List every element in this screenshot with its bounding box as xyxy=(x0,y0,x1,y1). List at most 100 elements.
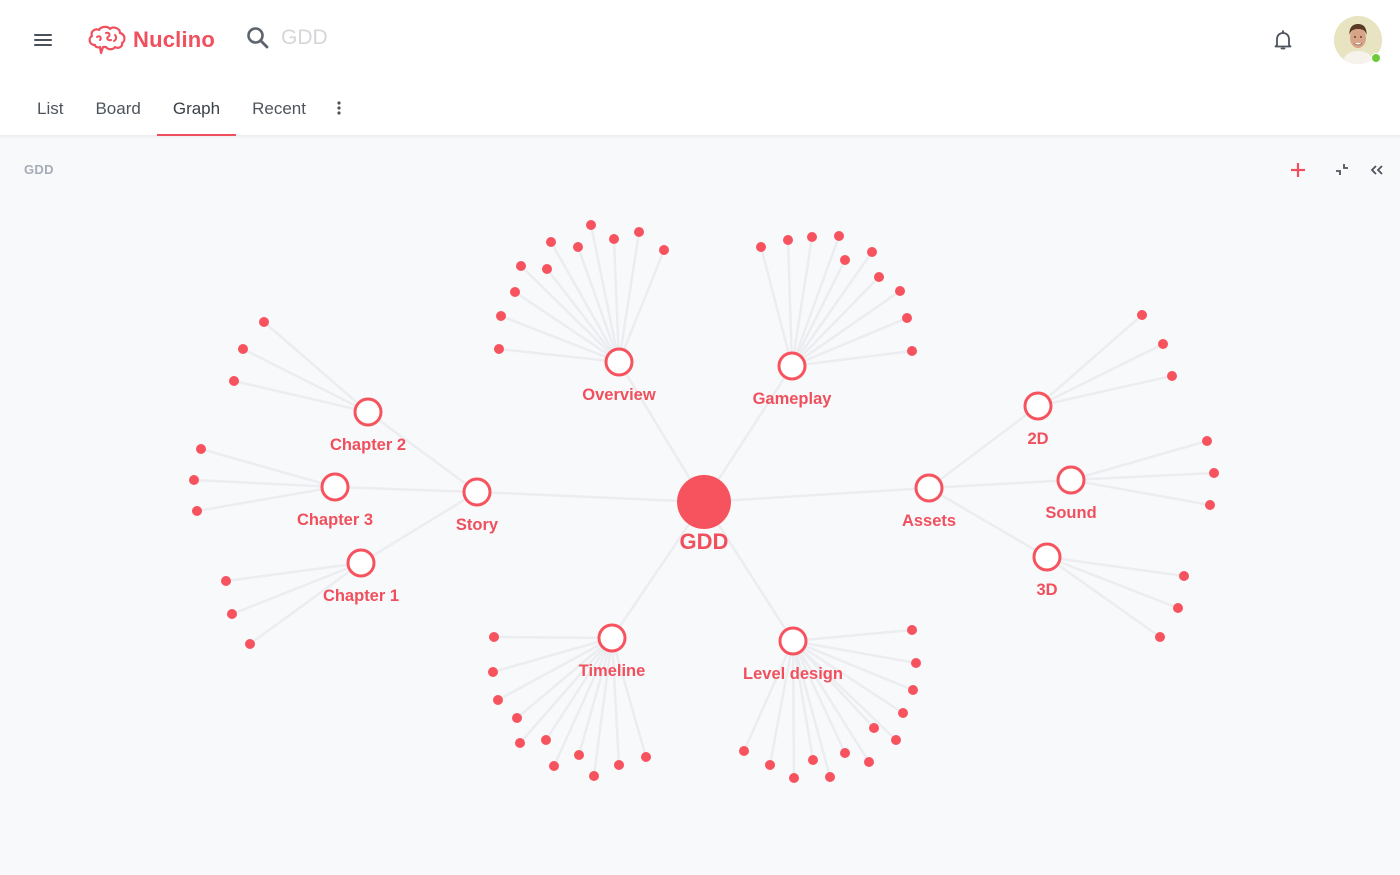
graph-leaf-node[interactable] xyxy=(245,639,255,649)
graph-leaf-node[interactable] xyxy=(807,232,817,242)
graph-node-label[interactable]: Chapter 1 xyxy=(323,587,399,605)
graph-leaf-node[interactable] xyxy=(808,755,818,765)
graph-node-label[interactable]: Assets xyxy=(902,512,956,530)
graph-leaf-node[interactable] xyxy=(573,242,583,252)
graph-leaf-node[interactable] xyxy=(1158,339,1168,349)
tab-graph[interactable]: Graph xyxy=(156,84,237,136)
graph-leaf-node[interactable] xyxy=(659,245,669,255)
graph-node-label[interactable]: Story xyxy=(456,516,499,534)
graph-leaf-node[interactable] xyxy=(1167,371,1177,381)
graph-node-story[interactable] xyxy=(462,477,492,507)
graph-leaf-node[interactable] xyxy=(1173,603,1183,613)
graph-leaf-node[interactable] xyxy=(891,735,901,745)
graph-node-gameplay[interactable] xyxy=(777,351,807,381)
breadcrumb[interactable]: GDD xyxy=(24,162,54,177)
graph-leaf-node[interactable] xyxy=(229,376,239,386)
graph-leaf-node[interactable] xyxy=(609,234,619,244)
graph-leaf-node[interactable] xyxy=(541,735,551,745)
add-item-button[interactable] xyxy=(1286,158,1310,182)
more-views-button[interactable] xyxy=(322,84,356,136)
knowledge-graph[interactable]: GDD Overview Gameplay Story Chapter 2 Chapter… xyxy=(0,137,1400,875)
graph-leaf-node[interactable] xyxy=(867,247,877,257)
graph-node-chapter1[interactable] xyxy=(346,548,376,578)
graph-node-assets[interactable] xyxy=(914,473,944,503)
graph-leaf-node[interactable] xyxy=(259,317,269,327)
graph-leaf-node[interactable] xyxy=(840,255,850,265)
notifications-button[interactable] xyxy=(1271,28,1295,52)
nuclino-logo[interactable]: Nuclino xyxy=(87,23,215,57)
graph-node-label[interactable]: Gameplay xyxy=(753,390,833,408)
graph-leaf-node[interactable] xyxy=(586,220,596,230)
hamburger-menu-button[interactable] xyxy=(30,28,56,52)
graph-leaf-node[interactable] xyxy=(488,667,498,677)
graph-node-label[interactable]: Chapter 2 xyxy=(330,436,406,454)
graph-leaf-node[interactable] xyxy=(189,475,199,485)
graph-leaf-node[interactable] xyxy=(869,723,879,733)
tab-board[interactable]: Board xyxy=(79,84,156,136)
graph-root-node[interactable] xyxy=(677,475,731,529)
graph-leaf-node[interactable] xyxy=(1137,310,1147,320)
graph-node-chapter2[interactable] xyxy=(353,397,383,427)
graph-leaf-node[interactable] xyxy=(589,771,599,781)
graph-leaf-node[interactable] xyxy=(192,506,202,516)
graph-leaf-node[interactable] xyxy=(834,231,844,241)
graph-leaf-node[interactable] xyxy=(634,227,644,237)
graph-leaf-node[interactable] xyxy=(765,760,775,770)
graph-leaf-node[interactable] xyxy=(902,313,912,323)
graph-leaf-node[interactable] xyxy=(911,658,921,668)
graph-leaf-node[interactable] xyxy=(542,264,552,274)
graph-leaf-node[interactable] xyxy=(864,757,874,767)
graph-leaf-node[interactable] xyxy=(516,261,526,271)
graph-node-label[interactable]: Chapter 3 xyxy=(297,511,373,529)
graph-leaf-node[interactable] xyxy=(546,237,556,247)
graph-node-label[interactable]: Overview xyxy=(582,386,656,404)
graph-leaf-node[interactable] xyxy=(510,287,520,297)
graph-leaf-node[interactable] xyxy=(756,242,766,252)
search-input[interactable]: GDD xyxy=(281,26,328,50)
graph-node-label[interactable]: Sound xyxy=(1045,504,1096,522)
graph-leaf-node[interactable] xyxy=(515,738,525,748)
graph-node-label[interactable]: Timeline xyxy=(579,662,646,680)
graph-node-chapter3[interactable] xyxy=(320,472,350,502)
graph-node-3d[interactable] xyxy=(1032,542,1062,572)
graph-node-label[interactable]: 3D xyxy=(1036,581,1057,599)
graph-leaf-node[interactable] xyxy=(907,625,917,635)
graph-leaf-node[interactable] xyxy=(1179,571,1189,581)
graph-node-2d[interactable] xyxy=(1023,391,1053,421)
graph-leaf-node[interactable] xyxy=(1202,436,1212,446)
graph-leaf-node[interactable] xyxy=(1205,500,1215,510)
graph-node-leveldesign[interactable] xyxy=(778,626,808,656)
search-box[interactable]: GDD xyxy=(245,25,328,51)
graph-leaf-node[interactable] xyxy=(489,632,499,642)
graph-leaf-node[interactable] xyxy=(1209,468,1219,478)
graph-node-label[interactable]: Level design xyxy=(743,665,843,683)
tab-list[interactable]: List xyxy=(0,84,79,136)
graph-leaf-node[interactable] xyxy=(783,235,793,245)
graph-leaf-node[interactable] xyxy=(895,286,905,296)
graph-leaf-node[interactable] xyxy=(614,760,624,770)
collapse-graph-button[interactable] xyxy=(1330,158,1354,182)
graph-node-overview[interactable] xyxy=(604,347,634,377)
graph-node-timeline[interactable] xyxy=(597,623,627,653)
graph-leaf-node[interactable] xyxy=(494,344,504,354)
graph-leaf-node[interactable] xyxy=(908,685,918,695)
graph-leaf-node[interactable] xyxy=(641,752,651,762)
graph-root-label[interactable]: GDD xyxy=(680,529,729,554)
graph-leaf-node[interactable] xyxy=(493,695,503,705)
graph-leaf-node[interactable] xyxy=(221,576,231,586)
graph-leaf-node[interactable] xyxy=(739,746,749,756)
graph-leaf-node[interactable] xyxy=(574,750,584,760)
graph-leaf-node[interactable] xyxy=(238,344,248,354)
tab-recent[interactable]: Recent xyxy=(236,84,322,136)
graph-leaf-node[interactable] xyxy=(496,311,506,321)
graph-node-sound[interactable] xyxy=(1056,465,1086,495)
graph-leaf-node[interactable] xyxy=(196,444,206,454)
graph-leaf-node[interactable] xyxy=(907,346,917,356)
graph-leaf-node[interactable] xyxy=(898,708,908,718)
graph-leaf-node[interactable] xyxy=(549,761,559,771)
graph-leaf-node[interactable] xyxy=(512,713,522,723)
graph-leaf-node[interactable] xyxy=(825,772,835,782)
graph-leaf-node[interactable] xyxy=(227,609,237,619)
graph-leaf-node[interactable] xyxy=(1155,632,1165,642)
graph-node-label[interactable]: 2D xyxy=(1027,430,1048,448)
